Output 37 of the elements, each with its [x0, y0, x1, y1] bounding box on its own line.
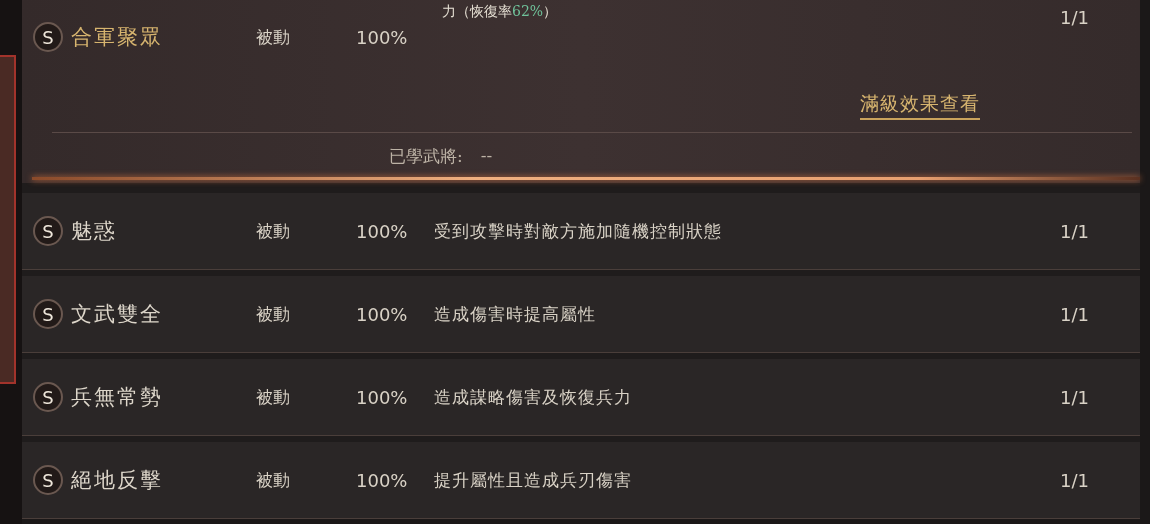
skill-type: 被動 — [256, 25, 291, 49]
grade-badge: S — [33, 22, 63, 52]
skill-level: 1/1 — [1060, 386, 1090, 408]
skill-row[interactable]: S 絕地反擊 被動 100% 提升屬性且造成兵刃傷害 1/1 — [22, 442, 1140, 519]
grade-badge: S — [33, 382, 63, 412]
skill-description: 造成傷害時提高屬性 — [434, 302, 597, 326]
skill-description: 提升屬性且造成兵刃傷害 — [434, 468, 633, 492]
skill-rate: 100% — [356, 386, 409, 408]
skill-type: 被動 — [256, 302, 291, 326]
skill-description: 造成謀略傷害及恢復兵力 — [434, 385, 633, 409]
skill-name: 文武雙全 — [71, 301, 164, 328]
skill-row[interactable]: S 魅惑 被動 100% 受到攻擊時對敵方施加隨機控制狀態 1/1 — [22, 193, 1140, 270]
grade-badge: S — [33, 216, 63, 246]
skill-type: 被動 — [256, 385, 291, 409]
skill-name: 合軍聚眾 — [71, 24, 164, 51]
skill-rate: 100% — [356, 26, 409, 48]
grade-badge: S — [33, 299, 63, 329]
skill-level: 1/1 — [1060, 7, 1090, 28]
skill-rate: 100% — [356, 469, 409, 491]
skill-type: 被動 — [256, 468, 291, 492]
skill-row[interactable]: S 兵無常勢 被動 100% 造成謀略傷害及恢復兵力 1/1 — [22, 359, 1140, 436]
skill-rate: 100% — [356, 303, 409, 325]
skill-name: 絕地反擊 — [71, 467, 164, 494]
skill-level: 1/1 — [1060, 220, 1090, 242]
skill-description: 受到攻擊時對敵方施加隨機控制狀態 — [434, 219, 723, 243]
learned-generals-value: -- — [480, 145, 493, 167]
skill-level: 1/1 — [1060, 469, 1090, 491]
skill-level: 1/1 — [1060, 303, 1090, 325]
max-level-effect-link[interactable]: 滿級效果查看 — [860, 91, 980, 120]
skill-rate: 100% — [356, 220, 409, 242]
skill-row[interactable]: S 文武雙全 被動 100% 造成傷害時提高屬性 1/1 — [22, 276, 1140, 353]
grade-badge: S — [33, 465, 63, 495]
skill-type: 被動 — [256, 219, 291, 243]
skill-name: 魅惑 — [71, 218, 118, 245]
learned-generals-label: 已學武將: — [389, 145, 463, 168]
skill-name: 兵無常勢 — [71, 384, 164, 411]
description-text: 力（恢復率62%） — [442, 2, 558, 20]
